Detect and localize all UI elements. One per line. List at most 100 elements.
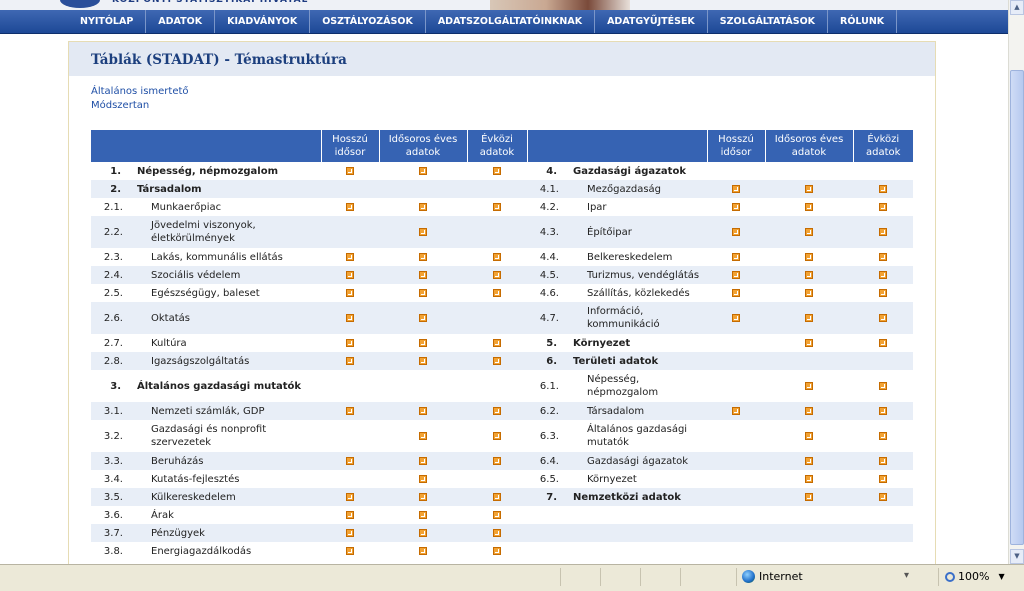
table-download-icon[interactable]: [419, 528, 427, 537]
table-download-icon[interactable]: [493, 510, 501, 519]
table-download-icon[interactable]: [493, 456, 501, 465]
table-download-icon[interactable]: [493, 528, 501, 537]
protected-mode-icon[interactable]: ▾: [904, 570, 909, 581]
nav-item-5[interactable]: ADATGYŰJTÉSEK: [595, 10, 708, 33]
table-download-icon[interactable]: [493, 288, 501, 297]
scroll-down-arrow-icon[interactable]: ▼: [1010, 549, 1024, 564]
table-download-icon[interactable]: [805, 492, 813, 501]
table-download-icon[interactable]: [879, 406, 887, 415]
table-download-icon[interactable]: [805, 456, 813, 465]
table-download-icon[interactable]: [805, 184, 813, 193]
table-download-icon[interactable]: [419, 270, 427, 279]
table-download-icon[interactable]: [805, 288, 813, 297]
methodology-link[interactable]: Módszertan: [91, 99, 189, 113]
table-download-icon[interactable]: [493, 406, 501, 415]
chevron-down-icon[interactable]: ▼: [998, 572, 1004, 581]
nav-item-1[interactable]: ADATOK: [146, 10, 216, 33]
table-download-icon[interactable]: [346, 456, 354, 465]
table-download-icon[interactable]: [419, 288, 427, 297]
row-label: Mezőgazdaság: [565, 180, 707, 198]
table-download-icon[interactable]: [419, 166, 427, 175]
table-download-icon[interactable]: [879, 202, 887, 211]
table-download-icon[interactable]: [879, 456, 887, 465]
table-download-icon[interactable]: [879, 288, 887, 297]
table-download-icon[interactable]: [879, 313, 887, 322]
table-download-icon[interactable]: [732, 270, 740, 279]
table-download-icon[interactable]: [879, 270, 887, 279]
table-download-icon[interactable]: [805, 474, 813, 483]
table-download-icon[interactable]: [346, 528, 354, 537]
table-download-icon[interactable]: [493, 546, 501, 555]
table-download-icon[interactable]: [419, 356, 427, 365]
table-download-icon[interactable]: [419, 492, 427, 501]
table-download-icon[interactable]: [732, 406, 740, 415]
table-download-icon[interactable]: [805, 252, 813, 261]
vertical-scrollbar[interactable]: ▲ ▼: [1008, 0, 1024, 564]
nav-item-2[interactable]: KIADVÁNYOK: [215, 10, 311, 33]
table-download-icon[interactable]: [879, 227, 887, 236]
general-description-link[interactable]: Általános ismertető: [91, 85, 189, 99]
table-download-icon[interactable]: [879, 431, 887, 440]
table-download-icon[interactable]: [419, 227, 427, 236]
table-download-icon[interactable]: [493, 166, 501, 175]
table-download-icon[interactable]: [805, 227, 813, 236]
table-download-icon[interactable]: [419, 313, 427, 322]
table-download-icon[interactable]: [732, 313, 740, 322]
table-download-icon[interactable]: [879, 252, 887, 261]
table-download-icon[interactable]: [493, 338, 501, 347]
table-download-icon[interactable]: [419, 474, 427, 483]
table-download-icon[interactable]: [346, 313, 354, 322]
table-download-icon[interactable]: [346, 338, 354, 347]
table-download-icon[interactable]: [419, 510, 427, 519]
table-download-icon[interactable]: [346, 166, 354, 175]
table-download-icon[interactable]: [346, 356, 354, 365]
table-download-icon[interactable]: [493, 270, 501, 279]
table-download-icon[interactable]: [419, 202, 427, 211]
table-download-icon[interactable]: [419, 546, 427, 555]
table-download-icon[interactable]: [493, 492, 501, 501]
table-download-icon[interactable]: [346, 546, 354, 555]
nav-item-3[interactable]: OSZTÁLYOZÁSOK: [310, 10, 426, 33]
table-download-icon[interactable]: [732, 252, 740, 261]
table-download-icon[interactable]: [493, 356, 501, 365]
nav-item-7[interactable]: RÓLUNK: [828, 10, 898, 33]
table-download-icon[interactable]: [879, 381, 887, 390]
table-download-icon[interactable]: [732, 227, 740, 236]
table-download-icon[interactable]: [346, 492, 354, 501]
table-download-icon[interactable]: [346, 510, 354, 519]
table-download-icon[interactable]: [805, 381, 813, 390]
table-download-icon[interactable]: [879, 184, 887, 193]
table-download-icon[interactable]: [879, 474, 887, 483]
table-download-icon[interactable]: [419, 456, 427, 465]
table-download-icon[interactable]: [419, 252, 427, 261]
table-download-icon[interactable]: [346, 270, 354, 279]
table-download-icon[interactable]: [732, 202, 740, 211]
table-download-icon[interactable]: [805, 270, 813, 279]
table-download-icon[interactable]: [879, 338, 887, 347]
nav-item-4[interactable]: ADATSZOLGÁLTATÓINKNAK: [426, 10, 596, 33]
table-download-icon[interactable]: [346, 252, 354, 261]
scroll-thumb[interactable]: [1010, 70, 1024, 545]
table-download-icon[interactable]: [805, 202, 813, 211]
table-download-icon[interactable]: [805, 431, 813, 440]
scroll-up-arrow-icon[interactable]: ▲: [1010, 0, 1024, 15]
table-download-icon[interactable]: [419, 431, 427, 440]
table-download-icon[interactable]: [732, 184, 740, 193]
table-download-icon[interactable]: [732, 288, 740, 297]
table-download-icon[interactable]: [419, 406, 427, 415]
zoom-control[interactable]: 100% ▼: [945, 570, 1005, 583]
table-download-icon[interactable]: [805, 406, 813, 415]
table-download-icon[interactable]: [346, 406, 354, 415]
nav-item-6[interactable]: SZOLGÁLTATÁSOK: [708, 10, 829, 33]
table-download-icon[interactable]: [493, 252, 501, 261]
table-download-icon[interactable]: [493, 431, 501, 440]
table-download-icon[interactable]: [419, 338, 427, 347]
table-download-icon[interactable]: [879, 492, 887, 501]
nav-item-0[interactable]: NYITÓLAP: [0, 10, 147, 33]
cell-intra-year: [467, 542, 527, 560]
table-download-icon[interactable]: [346, 288, 354, 297]
table-download-icon[interactable]: [805, 338, 813, 347]
table-download-icon[interactable]: [493, 202, 501, 211]
table-download-icon[interactable]: [346, 202, 354, 211]
table-download-icon[interactable]: [805, 313, 813, 322]
